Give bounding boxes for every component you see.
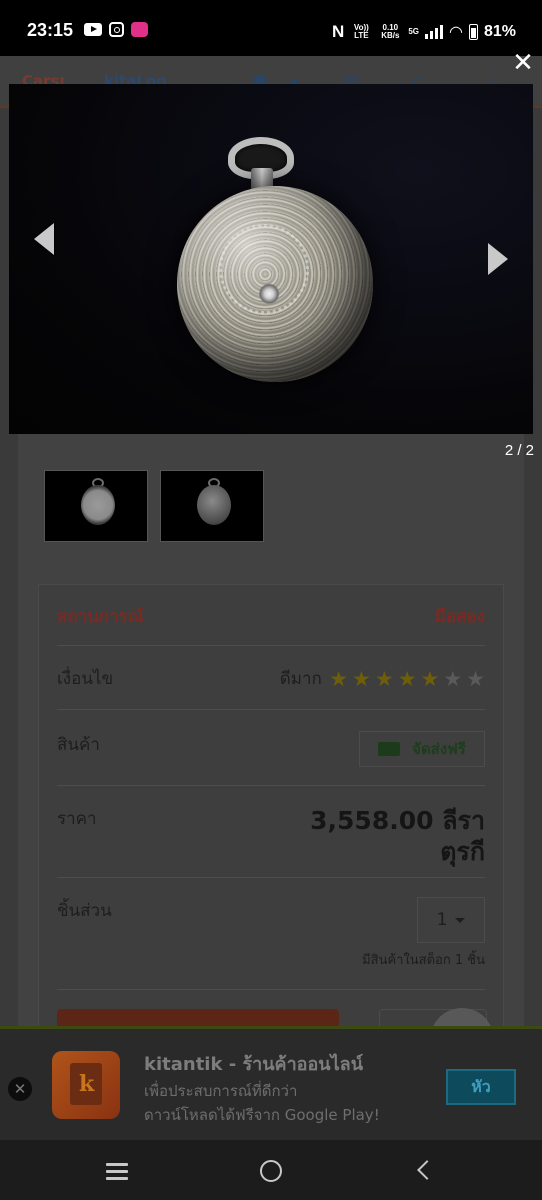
watch-face-thumbnail	[81, 485, 115, 525]
app-install-banner: ✕ k kitantik - ร้านค้าออนไลน์ เพื่อประสบ…	[0, 1026, 542, 1140]
status-bar: 23:15 N Vo)) LTE 0.10 KB/s 5G ◠ 81%	[0, 0, 542, 56]
status-time: 23:15	[27, 20, 74, 40]
close-lightbox-button[interactable]: ✕	[508, 48, 538, 78]
pocket-watch-engraving	[219, 224, 309, 314]
volte-indicator: Vo)) LTE	[353, 23, 369, 40]
quantity-row: ชิ้นส่วน 1 มีสินค้าในสต็อก 1 ชิ้น	[57, 897, 485, 973]
product-info-box: สถานการณ์ มือสอง เงื่อนไข ดีมาก ★ ★ ★ ★ ★ ★ ★ …	[38, 584, 504, 1030]
free-shipping-badge: จัดส่งฟรี	[359, 731, 485, 767]
wifi-icon: ◠	[449, 24, 463, 41]
star-filled-icon: ★	[397, 666, 417, 691]
condition-text: ดีมาก	[279, 669, 322, 689]
divider	[57, 989, 485, 990]
thumbnail-1[interactable]	[44, 470, 148, 542]
next-image-arrow-icon[interactable]	[482, 241, 516, 281]
divider	[57, 645, 485, 646]
system-nav-bar	[0, 1140, 542, 1200]
banner-line-1: เพื่อประสบการณ์ที่ดีกว่า	[144, 1082, 298, 1100]
network-type: 5G	[408, 27, 419, 36]
divider	[57, 877, 485, 878]
quantity-label: ชิ้นส่วน	[57, 901, 112, 921]
divider	[57, 709, 485, 710]
signal-icon	[425, 25, 443, 39]
chevron-down-icon	[455, 917, 466, 923]
nfc-icon: N	[332, 22, 345, 41]
status-row: สถานการณ์ มือสอง	[57, 603, 485, 627]
banner-open-button[interactable]: หัว	[446, 1069, 516, 1105]
logo-letter: k	[79, 1071, 95, 1097]
battery-icon	[468, 24, 478, 40]
stock-text: มีสินค้าในสต็อก 1 ชิ้น	[362, 953, 485, 968]
rating-stars: ★ ★ ★ ★ ★ ★ ★	[329, 666, 485, 691]
previous-image-arrow-icon[interactable]	[30, 221, 64, 261]
youtube-icon	[84, 23, 102, 36]
item-row: สินค้า จัดส่งฟรี	[57, 731, 485, 771]
quantity-value: 1	[436, 910, 448, 930]
watch-case-thumbnail	[197, 485, 231, 525]
close-banner-button[interactable]: ✕	[8, 1077, 32, 1101]
star-filled-icon: ★	[374, 666, 394, 691]
instagram-icon	[109, 22, 124, 37]
status-label: สถานการณ์	[57, 607, 144, 627]
app-notification-icon	[131, 22, 148, 37]
banner-line-2: ดาวน์โหลดได้ฟรีจาก Google Play!	[144, 1106, 380, 1124]
item-label: สินค้า	[57, 735, 100, 755]
image-counter: 2 / 2	[504, 442, 534, 459]
battery-percent: 81%	[483, 23, 516, 40]
star-filled-icon: ★	[329, 666, 349, 691]
back-icon[interactable]	[417, 1160, 437, 1180]
truck-icon	[378, 742, 401, 756]
star-empty-icon: ★	[466, 666, 485, 691]
star-filled-icon: ★	[420, 666, 440, 691]
kitantik-app-logo: k	[52, 1051, 120, 1119]
price-value: 3,558.00 ลีรา ตุรกี	[310, 806, 485, 866]
home-icon[interactable]	[260, 1160, 282, 1182]
divider	[57, 785, 485, 786]
lightbox-image	[9, 84, 533, 434]
free-shipping-label: จัดส่งฟรี	[412, 740, 466, 758]
star-empty-icon: ★	[443, 666, 463, 691]
star-filled-icon: ★	[352, 666, 371, 691]
price-row: ราคา 3,558.00 ลีรา ตุรกี	[57, 805, 485, 871]
quantity-select[interactable]: 1	[417, 897, 485, 943]
banner-title: kitantik - ร้านค้าออนไลน์	[144, 1054, 363, 1075]
recents-icon[interactable]	[106, 1163, 128, 1180]
network-speed: 0.10 KB/s	[381, 23, 400, 40]
thumbnail-strip	[44, 470, 264, 542]
thumbnail-2[interactable]	[160, 470, 264, 542]
condition-row: เงื่อนไข ดีมาก ★ ★ ★ ★ ★ ★ ★	[57, 665, 485, 691]
price-label: ราคา	[57, 809, 97, 829]
condition-label: เงื่อนไข	[57, 669, 114, 689]
status-value: มือสอง	[434, 607, 485, 627]
condition-value: ดีมาก ★ ★ ★ ★ ★ ★ ★	[280, 665, 485, 692]
